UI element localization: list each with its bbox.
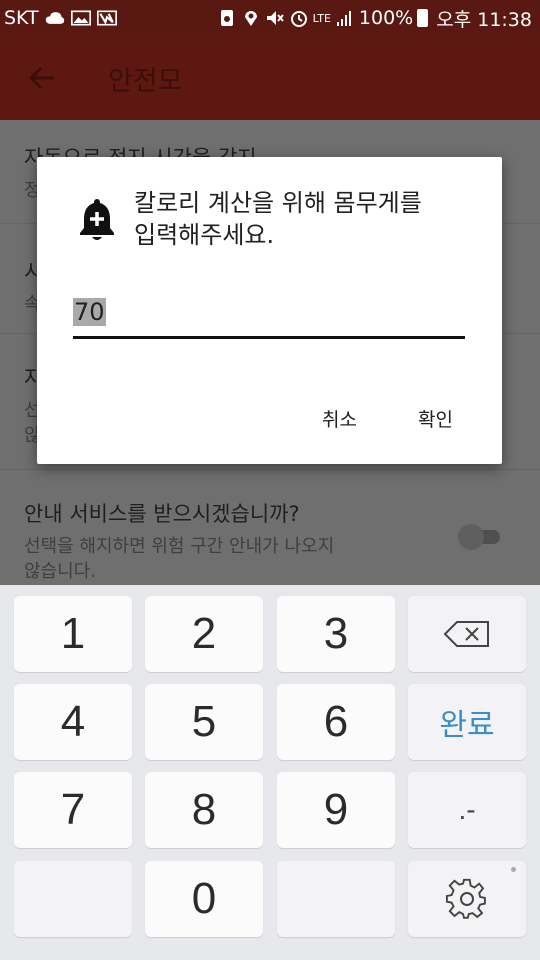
carrier-label: SKT [4, 7, 39, 29]
toggle-knob [458, 524, 484, 550]
key-5[interactable]: 5 [145, 684, 263, 760]
arrow-left-icon [28, 66, 54, 90]
alarm-icon [290, 11, 307, 27]
recycle-icon [220, 10, 233, 26]
flag-icon [96, 10, 117, 26]
status-bar: SKT LTE 100% 오후 11:38 [0, 0, 540, 36]
clock: 오후 11:38 [436, 8, 532, 31]
setting-guide-service[interactable]: 안내 서비스를 받으시겠습니까? 선택을 해지하면 위험 구간 안내가 나오지 … [0, 470, 540, 585]
done-key[interactable]: 완료 [408, 684, 526, 760]
key-6[interactable]: 6 [277, 684, 395, 760]
dialog-message-line: 입력해주세요. [134, 221, 275, 249]
back-button[interactable] [0, 36, 84, 120]
indicator-dot [511, 867, 516, 872]
location-icon [244, 11, 257, 26]
app-bar: 안전모 [0, 36, 540, 120]
ok-button[interactable]: 확인 [418, 405, 453, 432]
cancel-button[interactable]: 취소 [322, 405, 357, 432]
key-1[interactable]: 1 [14, 596, 132, 672]
mute-icon [266, 11, 284, 25]
cloud-icon [45, 12, 64, 24]
network-label: LTE [312, 11, 331, 25]
backspace-key[interactable] [408, 596, 526, 672]
backspace-icon [443, 621, 489, 647]
signal-icon [336, 11, 351, 26]
weight-input[interactable]: 70 [73, 298, 465, 339]
key-2[interactable]: 2 [145, 596, 263, 672]
numeric-keyboard: 1 2 3 4 5 6 완료 7 8 9 .- 0 [0, 585, 540, 960]
dot-dash-key[interactable]: .- [408, 772, 526, 848]
weight-input-value: 70 [73, 298, 106, 326]
keyboard-settings-key[interactable] [408, 861, 526, 937]
key-3[interactable]: 3 [277, 596, 395, 672]
dialog-message-line: 칼로리 계산을 위해 몸무게를 [134, 189, 422, 217]
weight-input-dialog: 칼로리 계산을 위해 몸무게를 입력해주세요. 70 취소 확인 [37, 157, 502, 464]
setting-title: 안내 서비스를 받으시겠습니까? [24, 502, 300, 526]
key-9[interactable]: 9 [277, 772, 395, 848]
dialog-message: 칼로리 계산을 위해 몸무게를 입력해주세요. [134, 187, 464, 251]
battery-icon [417, 9, 429, 27]
key-4[interactable]: 4 [14, 684, 132, 760]
key-7[interactable]: 7 [14, 772, 132, 848]
key-0[interactable]: 0 [145, 861, 263, 937]
gear-icon [445, 878, 486, 919]
blank-key[interactable] [277, 861, 395, 937]
battery-percent: 100% [358, 7, 414, 29]
guide-service-toggle[interactable] [458, 524, 500, 550]
gallery-icon [70, 10, 91, 26]
blank-key[interactable] [14, 861, 132, 937]
setting-subtitle-line: 않습니다. [24, 561, 96, 582]
page-title: 안전모 [108, 65, 183, 97]
key-8[interactable]: 8 [145, 772, 263, 848]
bell-plus-icon [80, 199, 114, 240]
